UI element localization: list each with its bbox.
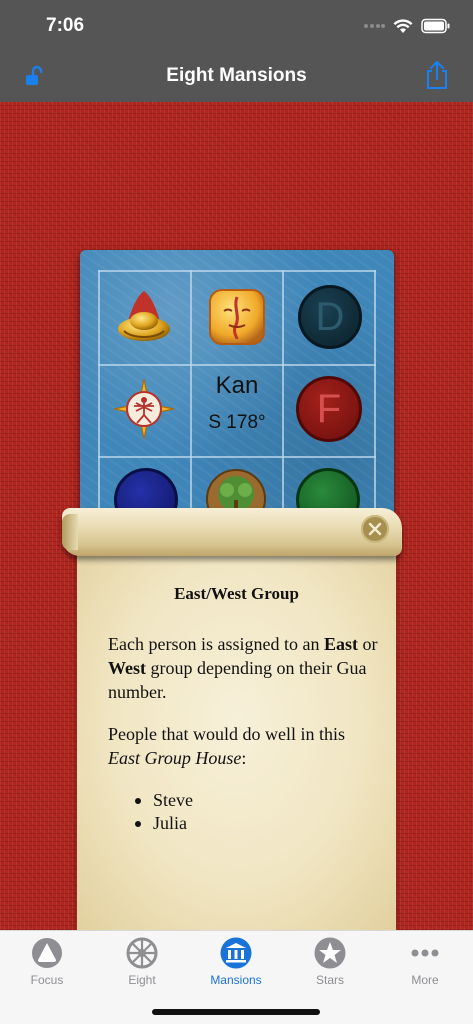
- tab-eight[interactable]: Eight: [95, 935, 189, 991]
- close-icon: [368, 522, 382, 536]
- bagua-card[interactable]: D Kan S 178° F: [80, 250, 394, 550]
- tab-focus[interactable]: Focus: [0, 935, 94, 991]
- close-scroll-button[interactable]: [361, 515, 389, 543]
- house-label: East Group House: [108, 748, 242, 768]
- status-bar: 7:06: [0, 0, 473, 50]
- grid-line: [98, 456, 376, 458]
- people-list: Steve Julia: [135, 789, 193, 835]
- tab-stars[interactable]: Stars: [283, 935, 377, 991]
- tab-label: Mansions: [210, 973, 262, 987]
- text-span: Each person is assigned to an: [108, 634, 324, 654]
- scroll-heading: East/West Group: [174, 584, 299, 603]
- east-label: East: [323, 634, 358, 654]
- face-tile-icon[interactable]: [207, 287, 267, 347]
- letter-d-label: D: [315, 294, 345, 339]
- tab-label: Focus: [30, 973, 64, 987]
- vitruvian-star-icon[interactable]: [112, 377, 176, 441]
- center-degree: S 178°: [208, 412, 266, 433]
- tab-more[interactable]: More: [378, 935, 472, 991]
- triangle-circle-icon: [32, 938, 62, 968]
- grid-line: [98, 270, 376, 272]
- list-item: Steve: [135, 789, 193, 812]
- letter-d-badge[interactable]: D: [298, 285, 362, 349]
- bank-icon: [220, 937, 252, 969]
- page-title: Eight Mansions: [166, 65, 307, 86]
- tab-label: Stars: [315, 973, 344, 987]
- list-item: Julia: [135, 812, 193, 835]
- text-span: or: [357, 634, 378, 654]
- wheel-icon: [126, 937, 158, 969]
- share-button[interactable]: [424, 60, 450, 90]
- west-label: West: [108, 658, 146, 678]
- scroll-top-roll: [62, 508, 402, 556]
- text-span: group depending on their Gua number.: [108, 658, 367, 702]
- group-description: Each person is assigned to an East or We…: [108, 632, 378, 704]
- grid-line: [98, 364, 376, 366]
- center-gua-name: Kan: [215, 372, 259, 399]
- star-circle-icon: [314, 937, 346, 969]
- wifi-icon: [393, 19, 413, 33]
- signal-icon: [364, 24, 385, 28]
- home-indicator[interactable]: [152, 1009, 320, 1015]
- text-span: :: [241, 748, 247, 768]
- letter-f-label: F: [316, 386, 342, 431]
- battery-icon: [421, 18, 450, 34]
- share-icon: [427, 61, 447, 89]
- status-time: 7:06: [46, 15, 85, 36]
- status-icons: [363, 16, 451, 36]
- info-scroll: East/West Group Each person is assigned …: [77, 552, 396, 930]
- text-span: People that would do well in this: [108, 724, 345, 744]
- more-dots-icon: [411, 949, 439, 957]
- house-description: People that would do well in this East G…: [108, 722, 378, 770]
- letter-f-badge[interactable]: F: [296, 376, 362, 442]
- nav-bar: Eight Mansions: [0, 50, 473, 102]
- tab-mansions[interactable]: Mansions: [189, 935, 283, 991]
- tab-label: More: [411, 973, 439, 987]
- tab-label: Eight: [128, 973, 156, 987]
- gold-ingot-icon[interactable]: [114, 287, 174, 347]
